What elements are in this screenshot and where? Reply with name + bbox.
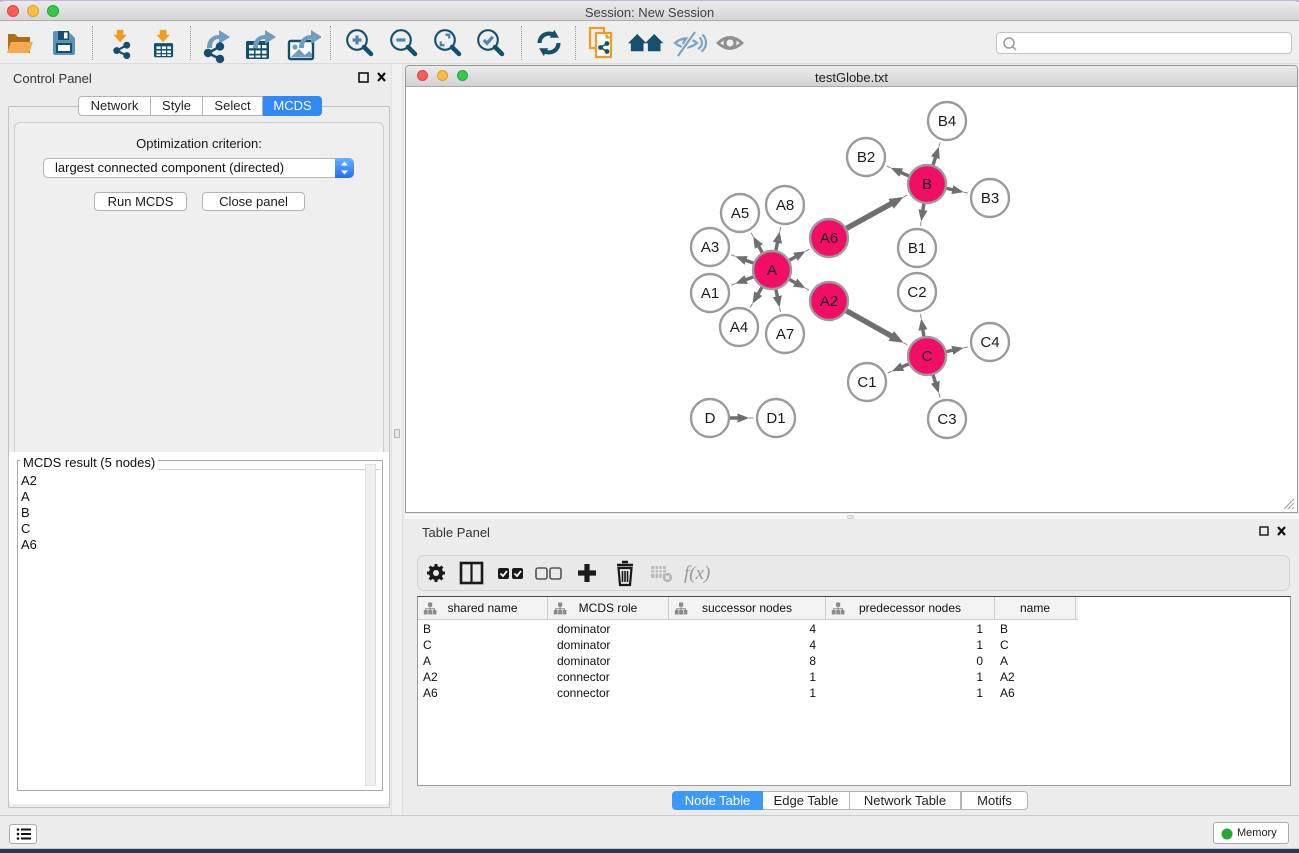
svg-text:B1: B1: [908, 240, 926, 257]
svg-text:D: D: [705, 410, 716, 427]
svg-text:B3: B3: [981, 190, 999, 207]
svg-text:C: C: [922, 348, 933, 365]
svg-text:f(x): f(x): [684, 563, 710, 584]
svg-text:A2: A2: [820, 293, 838, 310]
svg-text:C1: C1: [857, 374, 876, 391]
svg-text:C2: C2: [907, 284, 926, 301]
svg-text:A8: A8: [776, 197, 794, 214]
svg-text:A1: A1: [701, 285, 719, 302]
svg-text:D1: D1: [766, 410, 785, 427]
svg-text:A5: A5: [731, 205, 749, 222]
svg-text:C3: C3: [937, 411, 956, 428]
svg-text:B: B: [922, 176, 932, 193]
svg-text:A6: A6: [820, 230, 838, 247]
svg-text:C4: C4: [980, 334, 999, 351]
svg-text:B2: B2: [857, 149, 875, 166]
svg-text:B4: B4: [938, 113, 956, 130]
svg-text:A: A: [767, 262, 777, 279]
svg-text:A7: A7: [776, 326, 794, 343]
svg-text:A4: A4: [730, 319, 748, 336]
svg-text:A3: A3: [701, 239, 719, 256]
